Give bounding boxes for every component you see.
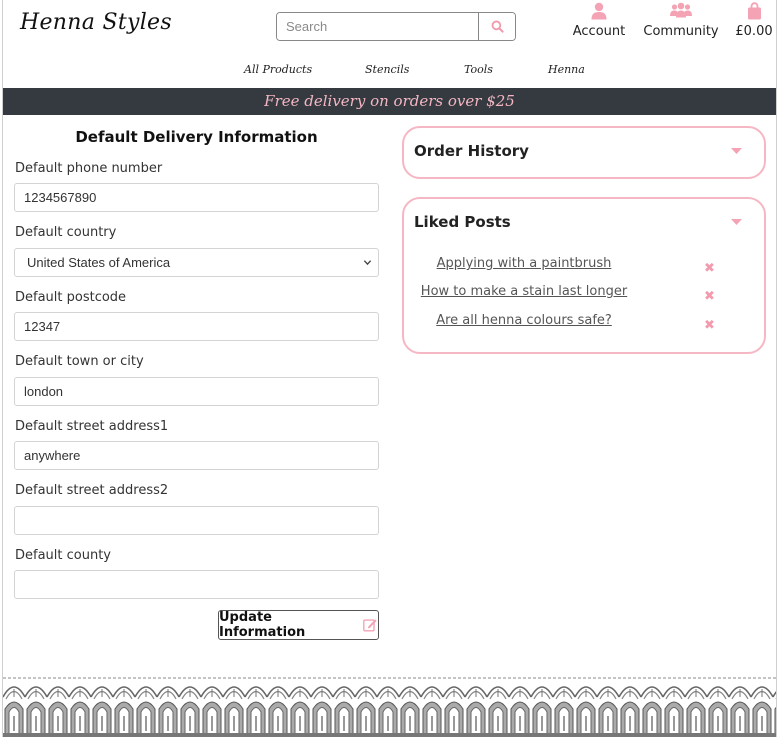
shopping-bag-icon (747, 2, 761, 20)
search-bar (276, 12, 516, 41)
county-field[interactable] (14, 570, 379, 599)
liked-posts-title: Liked Posts (414, 213, 511, 231)
account-link[interactable]: Account (570, 2, 628, 39)
nav-henna[interactable]: Henna (548, 63, 585, 76)
remove-icon[interactable]: ✖ (704, 318, 715, 333)
town-label: Default town or city (15, 354, 144, 369)
main-nav: All Products Stencils Tools Henna (0, 63, 778, 81)
chevron-down-icon (363, 260, 372, 266)
street2-label: Default street address2 (15, 483, 169, 498)
form-title: Default Delivery Information (75, 128, 318, 146)
county-label: Default county (15, 548, 112, 563)
phone-field[interactable]: 1234567890 (14, 183, 379, 212)
postcode-field[interactable]: 12347 (14, 312, 379, 341)
account-label: Account (572, 24, 626, 39)
account-icon (591, 2, 607, 20)
edit-icon (363, 619, 378, 632)
street2-field[interactable] (14, 506, 379, 535)
search-button[interactable] (478, 13, 515, 40)
liked-post-link[interactable]: Applying with a paintbrush (404, 256, 644, 271)
site-logo[interactable]: Henna Styles (20, 10, 172, 35)
country-label: Default country (15, 225, 117, 240)
update-button-label: Update Information (219, 610, 306, 640)
phone-label: Default phone number (15, 161, 163, 176)
shopping-bag-link[interactable]: £0.00 (733, 2, 775, 39)
henna-pattern-footer (3, 675, 776, 737)
search-input[interactable] (277, 13, 478, 40)
nav-tools[interactable]: Tools (464, 63, 493, 76)
liked-posts-panel: Liked Posts Applying with a paintbrush ✖… (402, 197, 766, 354)
street1-field[interactable]: anywhere (14, 441, 379, 470)
nav-all-products[interactable]: All Products (244, 63, 312, 76)
remove-icon[interactable]: ✖ (704, 261, 715, 276)
liked-post-link[interactable]: Are all henna colours safe? (404, 313, 644, 328)
community-label: Community (643, 24, 719, 39)
town-field[interactable]: london (14, 377, 379, 406)
update-information-button[interactable]: Update Information (218, 610, 379, 640)
bag-total: £0.00 (735, 24, 773, 39)
caret-down-icon[interactable] (731, 219, 742, 226)
community-link[interactable]: Community (641, 2, 721, 39)
remove-icon[interactable]: ✖ (704, 289, 715, 304)
caret-down-icon[interactable] (731, 148, 742, 155)
country-select[interactable]: United States of America (14, 248, 379, 277)
nav-stencils[interactable]: Stencils (365, 63, 409, 76)
country-value: United States of America (27, 255, 171, 270)
search-icon (491, 20, 504, 33)
postcode-label: Default postcode (15, 290, 127, 305)
delivery-banner: Free delivery on orders over $25 (3, 88, 776, 115)
order-history-panel[interactable]: Order History (402, 126, 766, 179)
liked-post-link[interactable]: How to make a stain last longer (404, 284, 644, 299)
street1-label: Default street address1 (15, 419, 169, 434)
order-history-title: Order History (414, 142, 529, 160)
community-icon (670, 2, 692, 18)
